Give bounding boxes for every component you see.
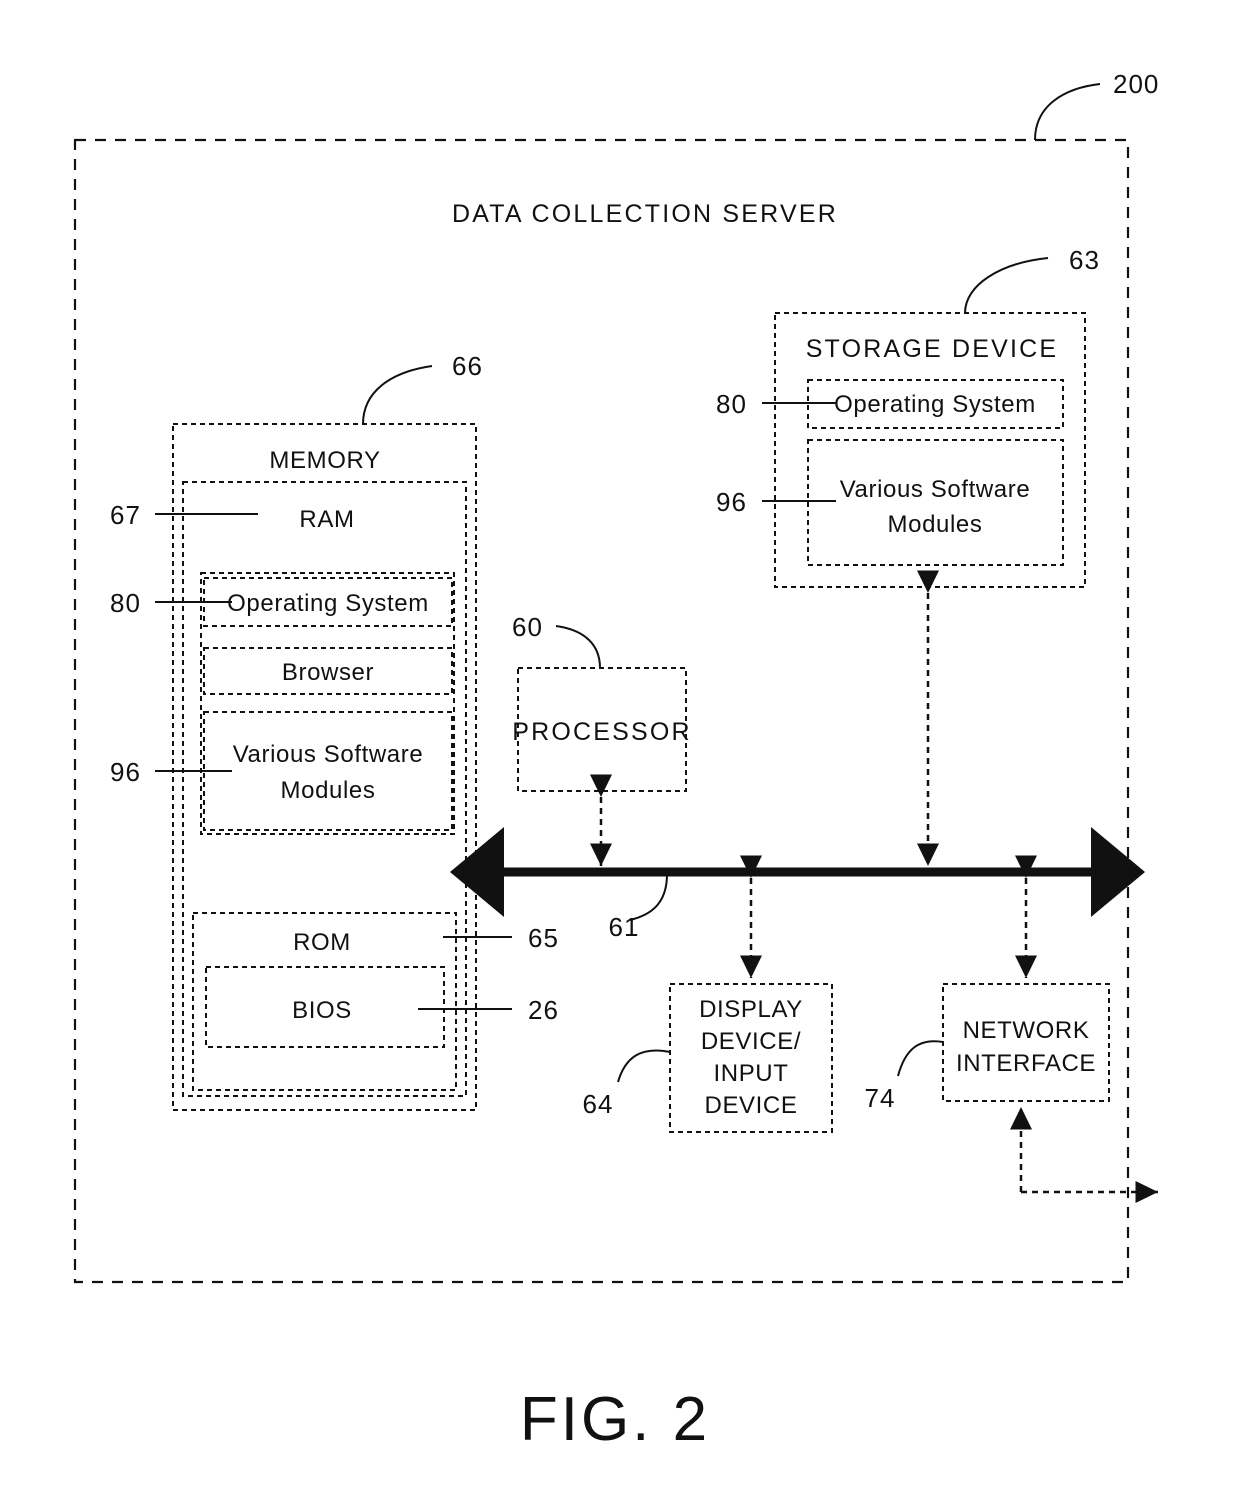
system-ref-leader xyxy=(1034,83,1101,141)
memory-ref-leader xyxy=(362,365,433,425)
storage-modules-ref-number: 96 xyxy=(716,487,747,517)
network-interface-label-line1: NETWORK xyxy=(963,1017,1090,1044)
ram-label: RAM xyxy=(299,506,354,533)
memory-modules-label-line1: Various Software xyxy=(233,741,424,768)
processor-label: PROCESSOR xyxy=(512,718,692,746)
display-device-label-line1: DISPLAY xyxy=(699,996,803,1023)
display-device-label-line3: INPUT xyxy=(714,1060,789,1087)
bios-label: BIOS xyxy=(292,997,352,1024)
storage-modules-label-line1: Various Software xyxy=(840,476,1031,503)
memory-ref-number: 66 xyxy=(452,351,483,381)
display-device-ref-number: 64 xyxy=(583,1089,614,1119)
rom-ref-number: 65 xyxy=(528,923,559,953)
bios-ref-number: 26 xyxy=(528,995,559,1025)
server-title: DATA COLLECTION SERVER xyxy=(452,200,838,228)
network-interface-ref-leader xyxy=(897,1040,944,1077)
memory-operating-system-label: Operating System xyxy=(227,590,429,617)
storage-device-ref-leader xyxy=(964,257,1049,314)
bus-ref-number: 61 xyxy=(609,912,640,942)
display-device-ref-leader xyxy=(617,1049,671,1083)
display-device-label-line2: DEVICE/ xyxy=(701,1028,801,1055)
memory-modules-label-line2: Modules xyxy=(281,777,376,804)
ram-ref-number: 67 xyxy=(110,500,141,530)
processor-ref-leader xyxy=(555,625,601,669)
rom-label: ROM xyxy=(293,929,351,956)
processor-ref-number: 60 xyxy=(512,612,543,642)
memory-label: MEMORY xyxy=(269,447,380,474)
figure-page: DATA COLLECTION SERVER 200 MEMORY 66 RAM… xyxy=(0,0,1240,1508)
storage-modules-label-line2: Modules xyxy=(888,511,983,538)
memory-software-modules-box[interactable] xyxy=(203,711,453,831)
storage-device-label: STORAGE DEVICE xyxy=(806,335,1059,363)
network-interface-ref-number: 74 xyxy=(865,1083,896,1113)
storage-os-ref-number: 80 xyxy=(716,389,747,419)
system-ref-number: 200 xyxy=(1113,69,1159,99)
memory-modules-ref-number: 96 xyxy=(110,757,141,787)
display-device-label-line4: DEVICE xyxy=(705,1092,798,1119)
network-interface-label-line2: INTERFACE xyxy=(956,1050,1096,1077)
storage-operating-system-label: Operating System xyxy=(834,391,1036,418)
figure-caption: FIG. 2 xyxy=(520,1385,710,1454)
patent-figure-svg: DATA COLLECTION SERVER 200 MEMORY 66 RAM… xyxy=(73,69,1159,1454)
memory-browser-label: Browser xyxy=(282,659,374,686)
memory-os-ref-number: 80 xyxy=(110,588,141,618)
storage-device-ref-number: 63 xyxy=(1069,245,1100,275)
